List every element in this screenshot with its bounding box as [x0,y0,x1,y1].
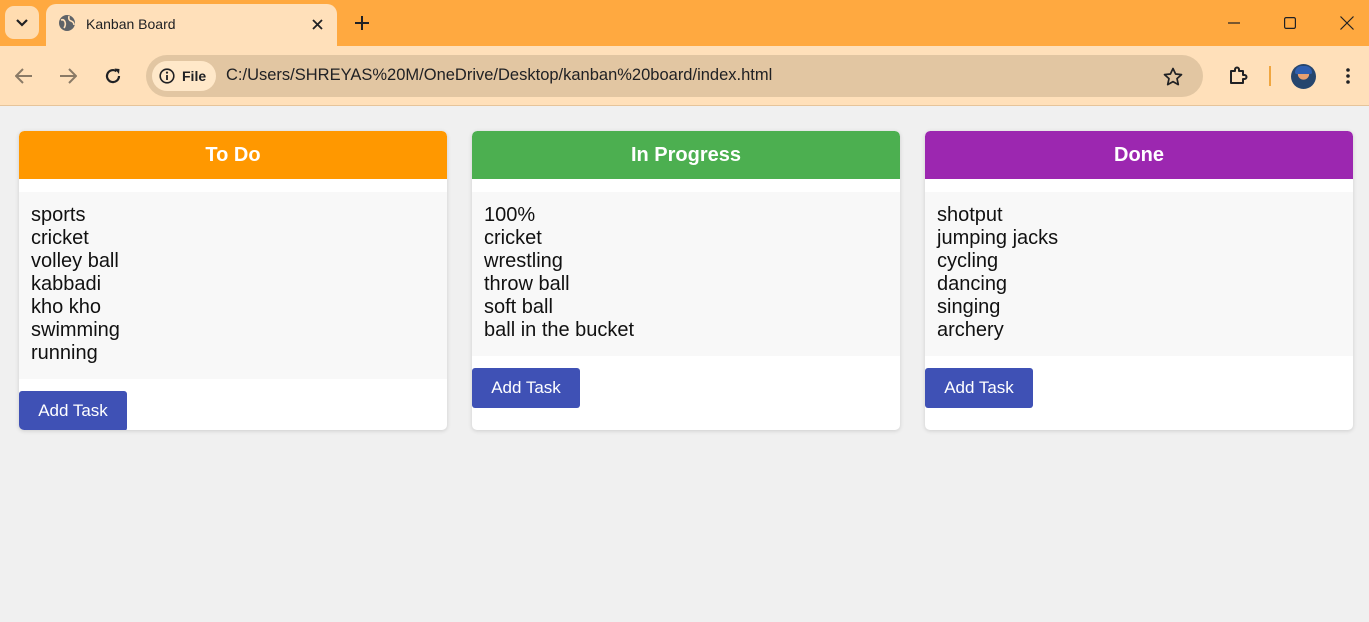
browser-menu-button[interactable] [1336,62,1360,90]
url-text[interactable]: C:/Users/SHREYAS%20M/OneDrive/Desktop/ka… [226,66,772,85]
more-vert-icon [1346,68,1350,84]
close-icon [311,18,323,30]
task-item[interactable]: wrestling [484,250,888,273]
column-header: To Do [19,131,447,179]
forward-button[interactable] [54,62,82,90]
puzzle-icon [1230,66,1248,84]
task-item[interactable]: running [31,342,435,365]
info-icon [159,68,175,84]
tab-strip: Kanban Board [0,0,1369,46]
address-bar[interactable]: File C:/Users/SHREYAS%20M/OneDrive/Deskt… [146,55,1203,97]
task-item[interactable]: volley ball [31,250,435,273]
add-task-button[interactable]: Add Task [19,391,127,430]
task-item[interactable]: cricket [31,227,435,250]
site-info-chip[interactable]: File [152,61,216,91]
reload-button[interactable] [99,62,127,90]
column-in-progress: In Progress 100% cricket wrestling throw… [472,131,900,430]
file-chip-label: File [182,68,207,84]
minimize-button[interactable] [1219,8,1249,38]
task-item[interactable]: ball in the bucket [484,319,888,342]
toolbar-divider [1269,66,1271,86]
tab-title: Kanban Board [86,16,176,32]
reload-icon [105,68,121,84]
browser-toolbar: File C:/Users/SHREYAS%20M/OneDrive/Deskt… [0,46,1369,106]
kanban-board: To Do sports cricket volley ball kabbadi… [0,106,1369,622]
star-icon [1163,67,1183,86]
column-header: Done [925,131,1353,179]
tab-search-button[interactable] [5,6,39,39]
minimize-icon [1228,22,1240,24]
globe-icon [59,15,75,31]
column-done: Done shotput jumping jacks cycling danci… [925,131,1353,430]
add-task-button[interactable]: Add Task [472,368,580,408]
task-item[interactable]: cycling [937,250,1341,273]
chevron-down-icon [16,18,28,27]
plus-icon [355,16,369,30]
new-tab-button[interactable] [349,10,375,36]
bookmark-button[interactable] [1160,64,1186,90]
column-title: Done [1114,143,1164,166]
tab-close-button[interactable] [306,13,328,35]
task-item[interactable]: swimming [31,319,435,342]
task-item[interactable]: kabbadi [31,273,435,296]
task-list: sports cricket volley ball kabbadi kho k… [19,192,447,379]
close-icon [1340,16,1354,30]
task-item[interactable]: cricket [484,227,888,250]
window-close-button[interactable] [1332,8,1362,38]
column-title: In Progress [630,143,742,166]
column-todo: To Do sports cricket volley ball kabbadi… [19,131,447,430]
active-tab[interactable]: Kanban Board [46,4,337,46]
maximize-button[interactable] [1275,8,1305,38]
task-item[interactable]: jumping jacks [937,227,1341,250]
task-item[interactable]: soft ball [484,296,888,319]
arrow-right-icon [60,68,77,84]
task-item[interactable]: 100% [484,204,888,227]
task-item[interactable]: archery [937,319,1341,342]
task-item[interactable]: singing [937,296,1341,319]
task-item[interactable]: dancing [937,273,1341,296]
arrow-left-icon [15,68,32,84]
task-list: 100% cricket wrestling throw ball soft b… [472,192,900,356]
maximize-icon [1284,17,1296,29]
add-task-button[interactable]: Add Task [925,368,1033,408]
task-item[interactable]: shotput [937,204,1341,227]
task-list: shotput jumping jacks cycling dancing si… [925,192,1353,356]
back-button[interactable] [10,62,38,90]
extensions-button[interactable] [1224,62,1252,90]
task-item[interactable]: kho kho [31,296,435,319]
profile-avatar[interactable] [1291,64,1316,89]
column-title: To Do [205,143,261,166]
column-header: In Progress [472,131,900,179]
task-item[interactable]: sports [31,204,435,227]
task-item[interactable]: throw ball [484,273,888,296]
